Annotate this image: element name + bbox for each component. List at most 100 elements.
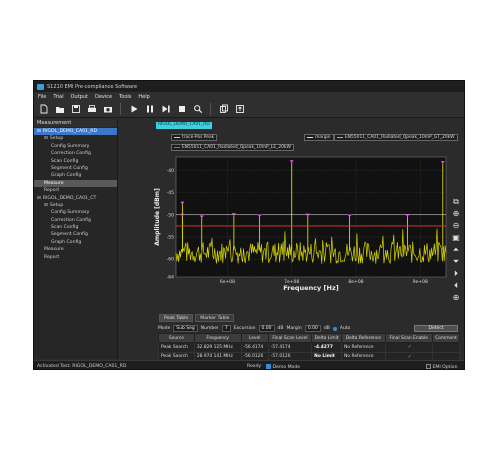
legend-swatch	[337, 136, 343, 139]
tree-item[interactable]: Correction Config	[34, 150, 117, 157]
demo-mode-toggle[interactable]: Demo Mode	[266, 364, 300, 369]
auto-radio[interactable]	[332, 326, 337, 331]
tree-item[interactable]: Report	[34, 187, 117, 194]
tree-item-label: Setup	[49, 136, 64, 142]
marker-up-icon[interactable]: ⏶	[451, 245, 461, 255]
tree-expander-icon[interactable]: ⊟	[37, 196, 41, 201]
auto-label: Auto	[339, 326, 351, 331]
table-row[interactable]: Peak Search 32.829 125 MHz -56.4174 -57.417…	[158, 342, 461, 353]
legend-trace[interactable]: trace-Pos Peak	[171, 134, 218, 141]
column-header[interactable]: Delta Reference	[341, 333, 386, 343]
legend-limit-gt[interactable]: EN55011_CA01_Radiated_Qpeak_10mP_GT_20kW	[334, 134, 458, 141]
print-icon[interactable]	[86, 104, 97, 115]
tab-peak-table[interactable]: Peak Table	[159, 314, 194, 322]
tree-item[interactable]: Measure	[34, 179, 117, 188]
legend-swatch	[174, 146, 180, 149]
tree-expander-icon[interactable]: ⊟	[44, 203, 48, 208]
tree-item[interactable]: ⊟ RIGOL_DEMO_CA01_CT	[34, 195, 117, 202]
pause-icon[interactable]	[144, 104, 155, 115]
step-icon[interactable]	[160, 104, 171, 115]
tree-item-label: Graph Config	[51, 173, 82, 179]
legend-limit-le[interactable]: EN55011_CA01_Radiated_Qpeak_10mP_LE_20kW	[171, 144, 294, 151]
tree-item[interactable]: Scan Config	[34, 224, 117, 231]
x-axis-label: Frequency [Hz]	[283, 284, 339, 292]
open-folder-icon[interactable]	[54, 104, 65, 115]
tree-item[interactable]: ⊟ Setup	[34, 135, 117, 142]
tree-expander-icon[interactable]: ⊟	[44, 136, 48, 141]
excursion-unit: dB	[277, 326, 284, 331]
menu-help[interactable]: Help	[138, 94, 149, 100]
tree-item[interactable]: Correction Config	[34, 217, 117, 224]
tree-item[interactable]: Report	[34, 254, 117, 261]
menu-tools[interactable]: Tools	[119, 94, 131, 100]
tree-item-label: Measure	[44, 247, 64, 253]
margin-unit: dB	[323, 326, 330, 331]
column-header[interactable]: Final Scan Level	[267, 333, 313, 343]
emi-option-status: EMI Option	[426, 364, 457, 369]
tree-expander-icon[interactable]: ⊟	[37, 129, 41, 134]
camera-icon[interactable]	[102, 104, 113, 115]
stop-icon[interactable]	[176, 104, 187, 115]
prev-peak-icon[interactable]: ⏴	[451, 281, 461, 291]
legend-margin[interactable]: margin	[304, 134, 334, 141]
tree-item[interactable]: Segment Config	[34, 231, 117, 238]
mode-label: Mode	[158, 326, 171, 331]
tree-item[interactable]: Measure	[34, 246, 117, 253]
tree-item[interactable]: ⊟ RIGOL_DEMO_CA01_RD	[34, 128, 117, 136]
menu-trial[interactable]: Trial	[53, 94, 63, 100]
table-header-row: Source Frequency Level Final Scan Level Delt…	[158, 333, 461, 343]
window-tile-icon[interactable]	[218, 104, 229, 115]
tree-item[interactable]: Config Summary	[34, 209, 117, 216]
zoom-all-icon[interactable]: ⧉	[451, 197, 461, 207]
menu-file[interactable]: File	[38, 94, 46, 100]
tree-item[interactable]: Scan Config	[34, 158, 117, 165]
mode-select[interactable]: Sub Seg	[173, 325, 198, 332]
graph-side-toolbar: ⧉ ⊕ ⊖ ▣ ⏶ ⏷ ⏵ ⏴ ⊕	[451, 197, 461, 303]
tree-item[interactable]: Graph Config	[34, 239, 117, 246]
column-header[interactable]: Frequency	[193, 333, 242, 343]
tree-item[interactable]: Segment Config	[34, 165, 117, 172]
table-cell: ✓	[384, 342, 433, 353]
menu-device[interactable]: Device	[95, 94, 112, 100]
app-window: S1210 EMI Pre-compliance Software File T…	[33, 80, 465, 370]
demo-mode-checkbox[interactable]	[266, 364, 271, 369]
marker-down-icon[interactable]: ⏷	[451, 257, 461, 267]
tree-item-label: Config Summary	[51, 143, 90, 149]
fit-icon[interactable]: ▣	[451, 233, 461, 243]
menu-output[interactable]: Output	[71, 94, 88, 100]
column-header[interactable]: Comment	[431, 333, 461, 343]
legend-swatch	[174, 136, 180, 139]
tree-item[interactable]: ⊟ Setup	[34, 202, 117, 209]
detect-button[interactable]: Detect	[414, 325, 458, 332]
measurement-panel: Measurement ⊟ RIGOL_DEMO_CA01_RD ⊟ Setup Con…	[34, 119, 118, 359]
column-header[interactable]: Delta Limit	[311, 333, 343, 343]
new-file-icon[interactable]	[38, 104, 49, 115]
excursion-input[interactable]: 0.00	[258, 325, 275, 332]
add-marker-icon[interactable]: ⊕	[451, 293, 461, 303]
legend-swatch	[307, 136, 313, 139]
active-test-status: Activated Test: RIGOL_DEMO_CA01_RD	[37, 364, 127, 369]
column-header[interactable]: Final Scan Enable	[384, 333, 433, 343]
table-cell: 32.829 125 MHz	[193, 342, 242, 353]
number-input[interactable]: 7	[221, 325, 231, 332]
column-header[interactable]: Level	[240, 333, 269, 343]
table-cell: -56.4174	[240, 342, 269, 353]
tree-item-label: Report	[44, 254, 60, 260]
tree-item-label: Scan Config	[51, 158, 79, 164]
tab-marker-table[interactable]: Marker Table	[195, 314, 235, 322]
margin-input[interactable]: 0.00	[304, 325, 321, 332]
search-icon[interactable]	[192, 104, 203, 115]
excursion-label: Excursion	[233, 326, 256, 331]
column-header[interactable]: Source	[158, 333, 195, 343]
tree-item-label: Correction Config	[51, 151, 91, 157]
save-icon[interactable]	[70, 104, 81, 115]
next-peak-icon[interactable]: ⏵	[451, 269, 461, 279]
zoom-out-icon[interactable]: ⊖	[451, 221, 461, 231]
app-logo-icon	[37, 83, 44, 90]
y-tick-label: -50	[167, 212, 174, 218]
tree-item[interactable]: Graph Config	[34, 172, 117, 179]
zoom-in-icon[interactable]: ⊕	[451, 209, 461, 219]
tree-item[interactable]: Config Summary	[34, 143, 117, 150]
play-icon[interactable]	[128, 104, 139, 115]
export-icon[interactable]	[234, 104, 245, 115]
